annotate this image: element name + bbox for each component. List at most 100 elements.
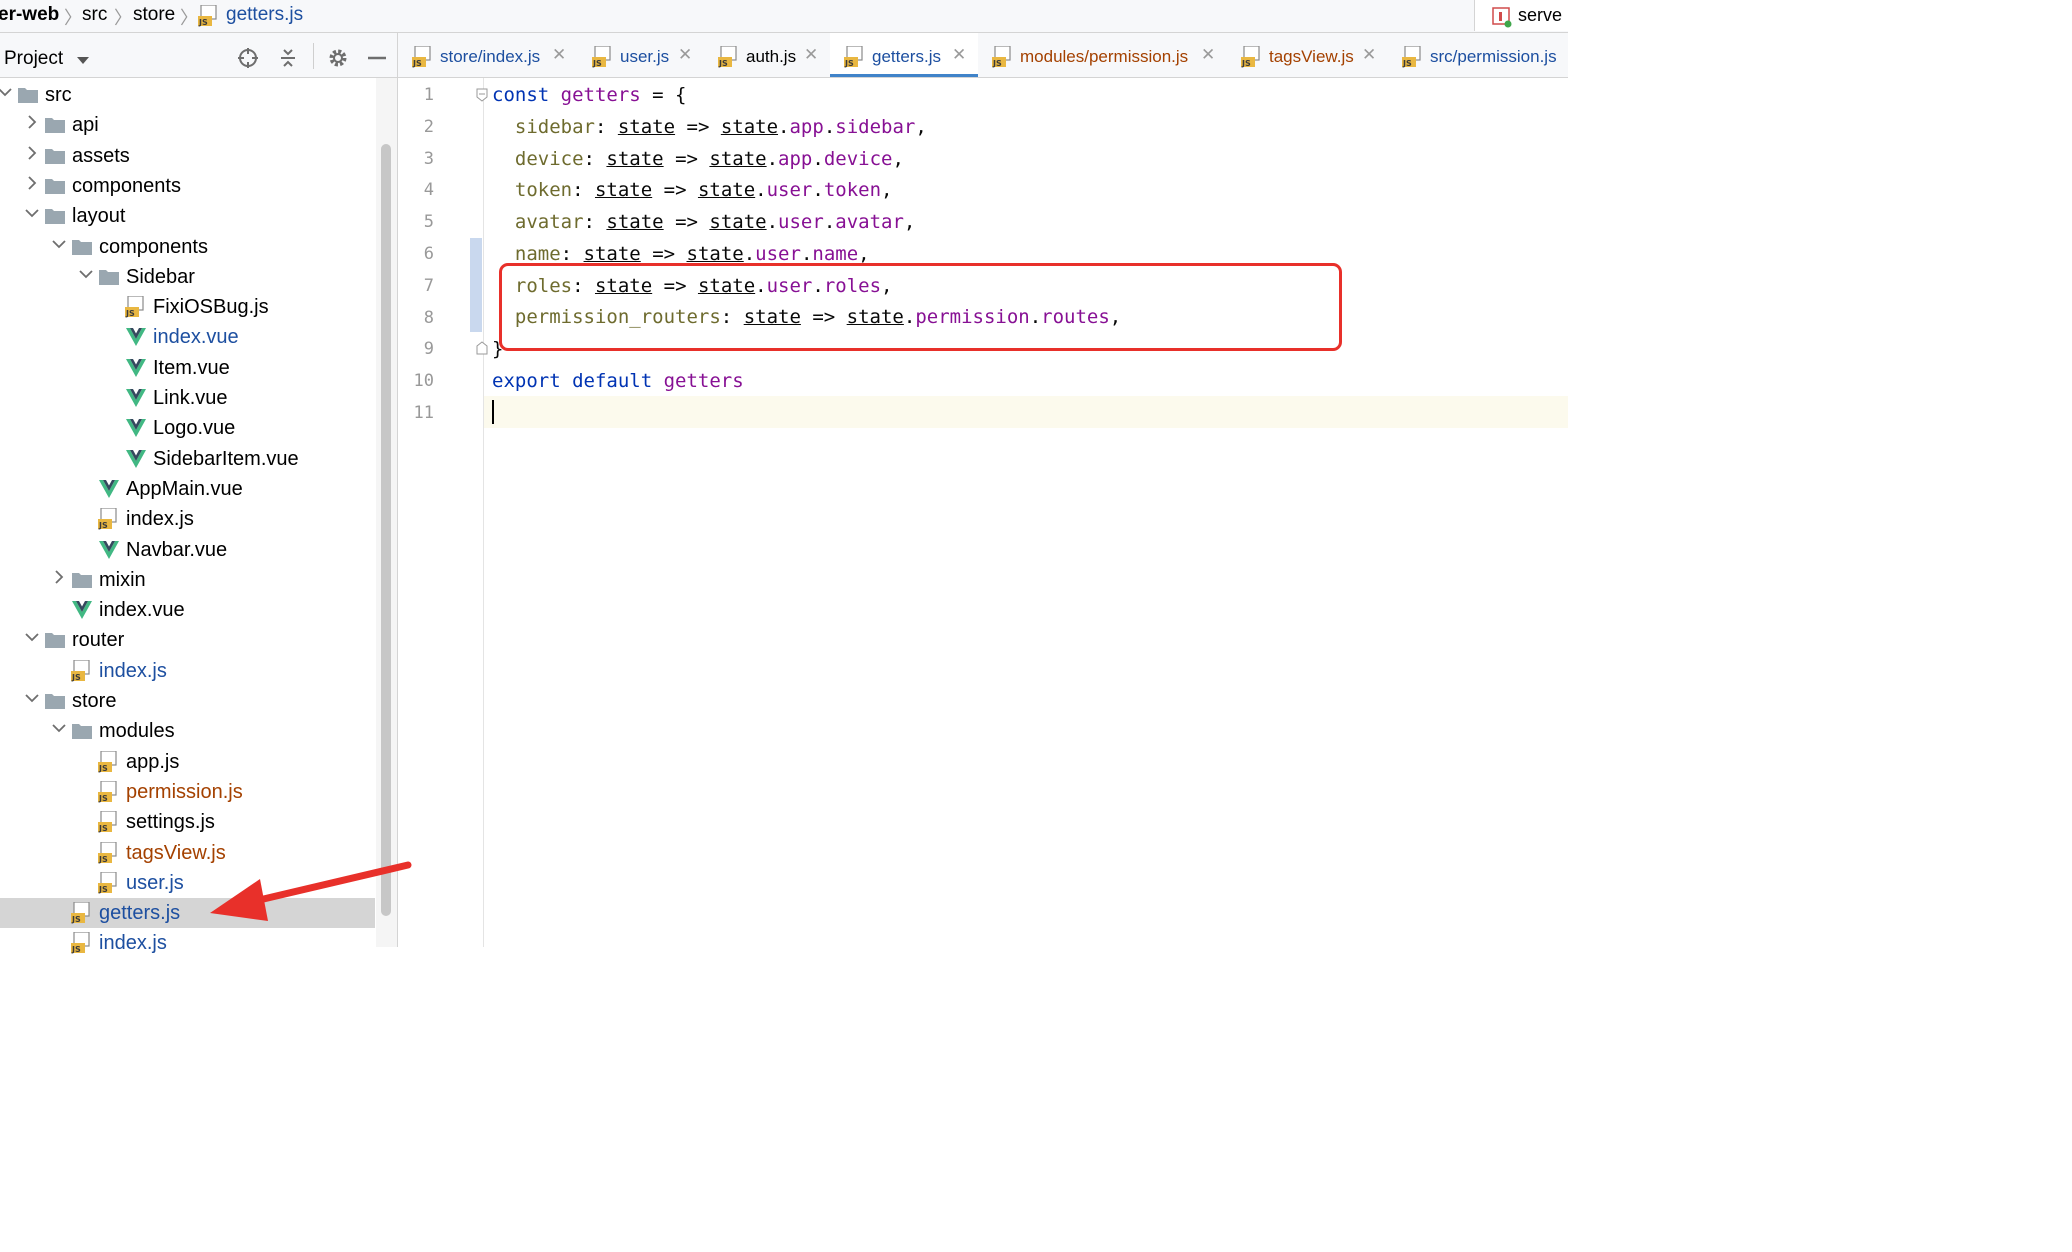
tree-folder[interactable]: src [0, 80, 375, 110]
tab-label: store/index.js [440, 47, 541, 66]
run-config-selector[interactable]: serve [1474, 0, 1571, 31]
project-view-title[interactable]: Project [4, 48, 63, 70]
tree-item-label: Link.vue [153, 387, 228, 409]
chevron-right-icon[interactable] [52, 570, 66, 584]
code-line-2: sidebar: state => state.app.sidebar, [514, 116, 927, 138]
breadcrumb-item-src[interactable]: src [82, 4, 107, 26]
line-number: 1 [423, 85, 434, 105]
line-number: 6 [423, 244, 434, 264]
js-file-icon: JS [98, 810, 120, 833]
close-icon[interactable]: ✕ [1201, 45, 1215, 65]
close-icon[interactable]: ✕ [678, 45, 692, 65]
tree-file[interactable]: JS settings.js [0, 807, 375, 837]
tree-folder[interactable]: store [0, 686, 375, 716]
minimize-icon[interactable] [366, 47, 388, 74]
tree-file[interactable]: AppMain.vue [0, 474, 375, 504]
tab-user-js[interactable]: JS user.js ✕ [578, 33, 704, 77]
tree-item-label: src [45, 84, 72, 106]
js-file-icon: JS [592, 45, 614, 73]
chevron-right-icon[interactable] [25, 176, 39, 190]
js-file-icon: JS [98, 840, 120, 864]
folder-icon [98, 266, 120, 288]
tree-file[interactable]: Logo.vue [0, 413, 375, 443]
tree-file[interactable]: Item.vue [0, 353, 375, 383]
chevron-down-icon[interactable] [25, 691, 39, 705]
tab-label: src/permission.js [1430, 47, 1557, 66]
tree-folder[interactable]: Sidebar [0, 262, 375, 292]
code-line-3: device: state => state.app.device, [514, 148, 904, 170]
chevron-down-icon[interactable] [25, 206, 39, 220]
chevron-right-icon[interactable] [25, 145, 39, 160]
chevron-right-icon[interactable] [25, 115, 39, 129]
tree-scrollbar-thumb[interactable] [381, 144, 391, 916]
tree-folder[interactable]: modules [0, 716, 375, 746]
tree-folder[interactable]: api [0, 110, 375, 140]
close-icon[interactable]: ✕ [952, 45, 966, 65]
svg-text:JS: JS [98, 855, 108, 864]
chevron-down-icon[interactable] [76, 53, 90, 71]
tree-item-label: assets [72, 144, 130, 167]
line-number-gutter: 1 2 3 4 5 6 7 8 9 10 11 [398, 78, 484, 947]
code-editor[interactable]: const getters = { sidebar: state => stat… [484, 78, 1568, 947]
gear-icon[interactable] [327, 47, 349, 74]
tree-file[interactable]: Link.vue [0, 383, 375, 413]
vue-file-icon [125, 448, 147, 470]
tab-getters-js[interactable]: JS getters.js ✕ [830, 33, 978, 77]
line-number: 7 [423, 275, 434, 296]
line-number: 3 [423, 148, 434, 169]
tab-modules-permission-js[interactable]: JS modules/permission.js ✕ [978, 33, 1227, 77]
tree-item-label: Sidebar [126, 265, 195, 288]
folder-icon [44, 205, 66, 227]
tree-file[interactable]: JS index.js [0, 928, 375, 958]
tree-file[interactable]: JS FixiOSBug.js [0, 292, 375, 322]
run-config-label: serve [1518, 5, 1563, 25]
tree-item-label: mixin [99, 568, 146, 591]
chevron-down-icon[interactable] [25, 630, 39, 644]
chevron-down-icon[interactable] [52, 237, 66, 251]
code-line-1: const getters = { [492, 84, 687, 106]
tree-folder[interactable]: router [0, 625, 375, 655]
js-file-icon: JS [844, 45, 866, 73]
close-icon[interactable]: ✕ [804, 45, 818, 65]
tree-file[interactable]: index.vue [0, 595, 375, 625]
toolbar-divider [313, 43, 314, 69]
breadcrumb-item-project[interactable]: er-web [0, 4, 59, 26]
tab-src-permission-js[interactable]: JS src/permission.js [1388, 33, 1568, 77]
close-icon[interactable]: ✕ [552, 45, 566, 65]
tab-auth-js[interactable]: JS auth.js ✕ [704, 33, 830, 77]
tree-folder[interactable]: components [0, 232, 375, 262]
svg-text:JS: JS [98, 521, 108, 530]
tree-file[interactable]: Navbar.vue [0, 535, 375, 565]
collapse-all-icon[interactable] [277, 47, 299, 74]
locate-file-icon[interactable] [237, 47, 259, 74]
annotation-arrow [210, 861, 412, 921]
tree-file[interactable]: JS permission.js [0, 777, 375, 807]
js-file-icon: JS [98, 507, 120, 530]
chevron-down-icon[interactable] [0, 85, 12, 99]
chevron-down-icon[interactable] [79, 267, 93, 281]
tab-store-index-js[interactable]: JS store/index.js ✕ [398, 33, 578, 77]
vcs-change-marker[interactable] [470, 238, 482, 332]
js-file-icon: JS [718, 45, 740, 73]
tab-tagsview-js[interactable]: JS tagsView.js ✕ [1227, 33, 1388, 77]
tree-folder[interactable]: mixin [0, 565, 375, 595]
breadcrumb-item-store[interactable]: store [133, 4, 175, 26]
tree-file[interactable]: JS app.js [0, 747, 375, 777]
tree-file[interactable]: JS index.js [0, 656, 375, 686]
tree-item-label: index.vue [99, 599, 185, 622]
tree-folder[interactable]: layout [0, 201, 375, 231]
svg-text:JS: JS [992, 59, 1002, 68]
svg-text:JS: JS [1241, 59, 1251, 68]
tree-file[interactable]: SidebarItem.vue [0, 444, 375, 474]
close-icon[interactable]: ✕ [1362, 45, 1376, 65]
tree-folder[interactable]: components [0, 171, 375, 201]
tree-file[interactable]: index.vue [0, 322, 375, 352]
breadcrumb-item-file[interactable]: getters.js [226, 4, 303, 26]
svg-text:JS: JS [718, 59, 728, 68]
vue-file-icon [125, 417, 147, 439]
tree-item-label: user.js [126, 871, 184, 894]
tree-file[interactable]: JS index.js [0, 504, 375, 534]
chevron-down-icon[interactable] [52, 721, 66, 735]
tree-folder[interactable]: assets [0, 141, 375, 171]
tree-item-label: getters.js [99, 902, 181, 925]
